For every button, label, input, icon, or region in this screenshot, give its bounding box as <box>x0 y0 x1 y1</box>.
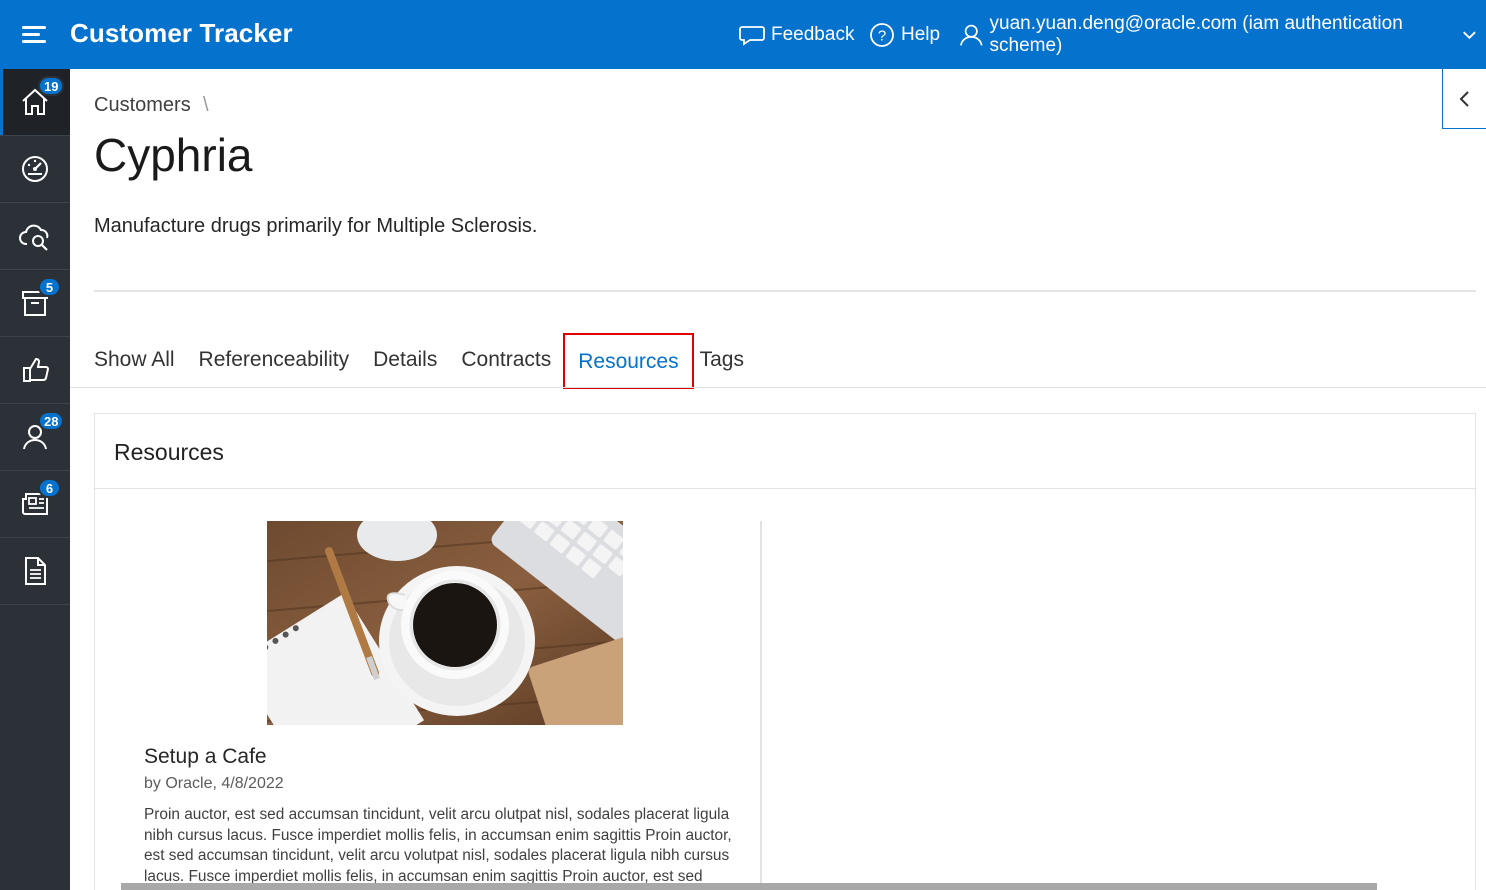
nav-item-documents[interactable] <box>0 538 70 605</box>
feedback-label: Feedback <box>771 24 855 45</box>
resource-card-meta: by Oracle, 4/8/2022 <box>144 775 284 792</box>
resources-region: Resources Setup a Cafe by Oracle, 4/8/20… <box>94 413 1476 890</box>
chevron-left-icon <box>1459 90 1469 107</box>
resource-card-body: Proin auctor, est sed accumsan tincidunt… <box>144 806 732 890</box>
nav-badge: 19 <box>38 76 65 96</box>
user-icon <box>960 24 983 46</box>
region-heading: Resources <box>95 414 1475 489</box>
side-navigation: 19 5 28 6 <box>0 69 70 890</box>
resource-card[interactable]: Setup a Cafe by Oracle, 4/8/2022 Proin a… <box>135 521 762 890</box>
tab-referenceability[interactable]: Referenceability <box>199 330 350 388</box>
tab-details[interactable]: Details <box>373 330 437 388</box>
chat-bubble-icon <box>739 26 765 46</box>
app-title[interactable]: Customer Tracker <box>70 18 293 49</box>
top-bar: Customer Tracker Feedback ? Help yuan.yu… <box>0 0 1486 69</box>
user-menu[interactable]: yuan.yuan.deng@oracle.com (iam authentic… <box>959 13 1486 56</box>
breadcrumb-customers[interactable]: Customers <box>94 94 191 117</box>
help-icon: ? <box>870 23 894 47</box>
tab-resources[interactable]: Resources <box>563 333 694 389</box>
cloud-search-icon <box>19 224 49 251</box>
horizontal-scrollbar[interactable] <box>121 883 1377 890</box>
nav-badge: 5 <box>38 277 61 297</box>
menu-icon <box>22 26 46 43</box>
tab-contracts[interactable]: Contracts <box>461 330 551 388</box>
nav-item-dashboard[interactable] <box>0 136 70 203</box>
collapse-panel-button[interactable] <box>1442 69 1486 129</box>
resource-card-image <box>267 521 623 725</box>
nav-item-thumbs-up[interactable] <box>0 337 70 404</box>
hamburger-menu-button[interactable] <box>14 17 54 51</box>
tabs-underline <box>70 387 1486 388</box>
nav-badge: 28 <box>38 411 65 431</box>
document-icon <box>25 557 46 585</box>
tab-bar: Show All Referenceability Details Contra… <box>94 330 768 389</box>
resource-card-title[interactable]: Setup a Cafe <box>144 745 267 769</box>
page-title: Cyphria <box>94 129 253 181</box>
help-link[interactable]: ? Help <box>869 20 940 50</box>
nav-item-archive[interactable]: 5 <box>0 270 70 337</box>
feedback-link[interactable]: Feedback <box>739 20 854 50</box>
nav-item-contacts[interactable]: 28 <box>0 404 70 471</box>
page-description: Manufacture drugs primarily for Multiple… <box>94 215 538 237</box>
breadcrumb-separator: \ <box>203 94 209 116</box>
user-label: yuan.yuan.deng@oracle.com (iam authentic… <box>989 13 1403 56</box>
chevron-down-icon <box>1463 31 1476 40</box>
nav-badge: 6 <box>38 478 61 498</box>
tab-show-all[interactable]: Show All <box>94 330 175 388</box>
dashboard-icon <box>22 156 48 182</box>
thumbs-up-icon <box>23 357 50 382</box>
nav-item-news[interactable]: 6 <box>0 471 70 538</box>
tab-tags[interactable]: Tags <box>700 330 744 388</box>
help-label: Help <box>901 24 941 45</box>
nav-item-home[interactable]: 19 <box>0 69 70 136</box>
nav-item-cloud-search[interactable] <box>0 203 70 270</box>
svg-text:?: ? <box>878 28 886 45</box>
divider <box>94 290 1476 292</box>
